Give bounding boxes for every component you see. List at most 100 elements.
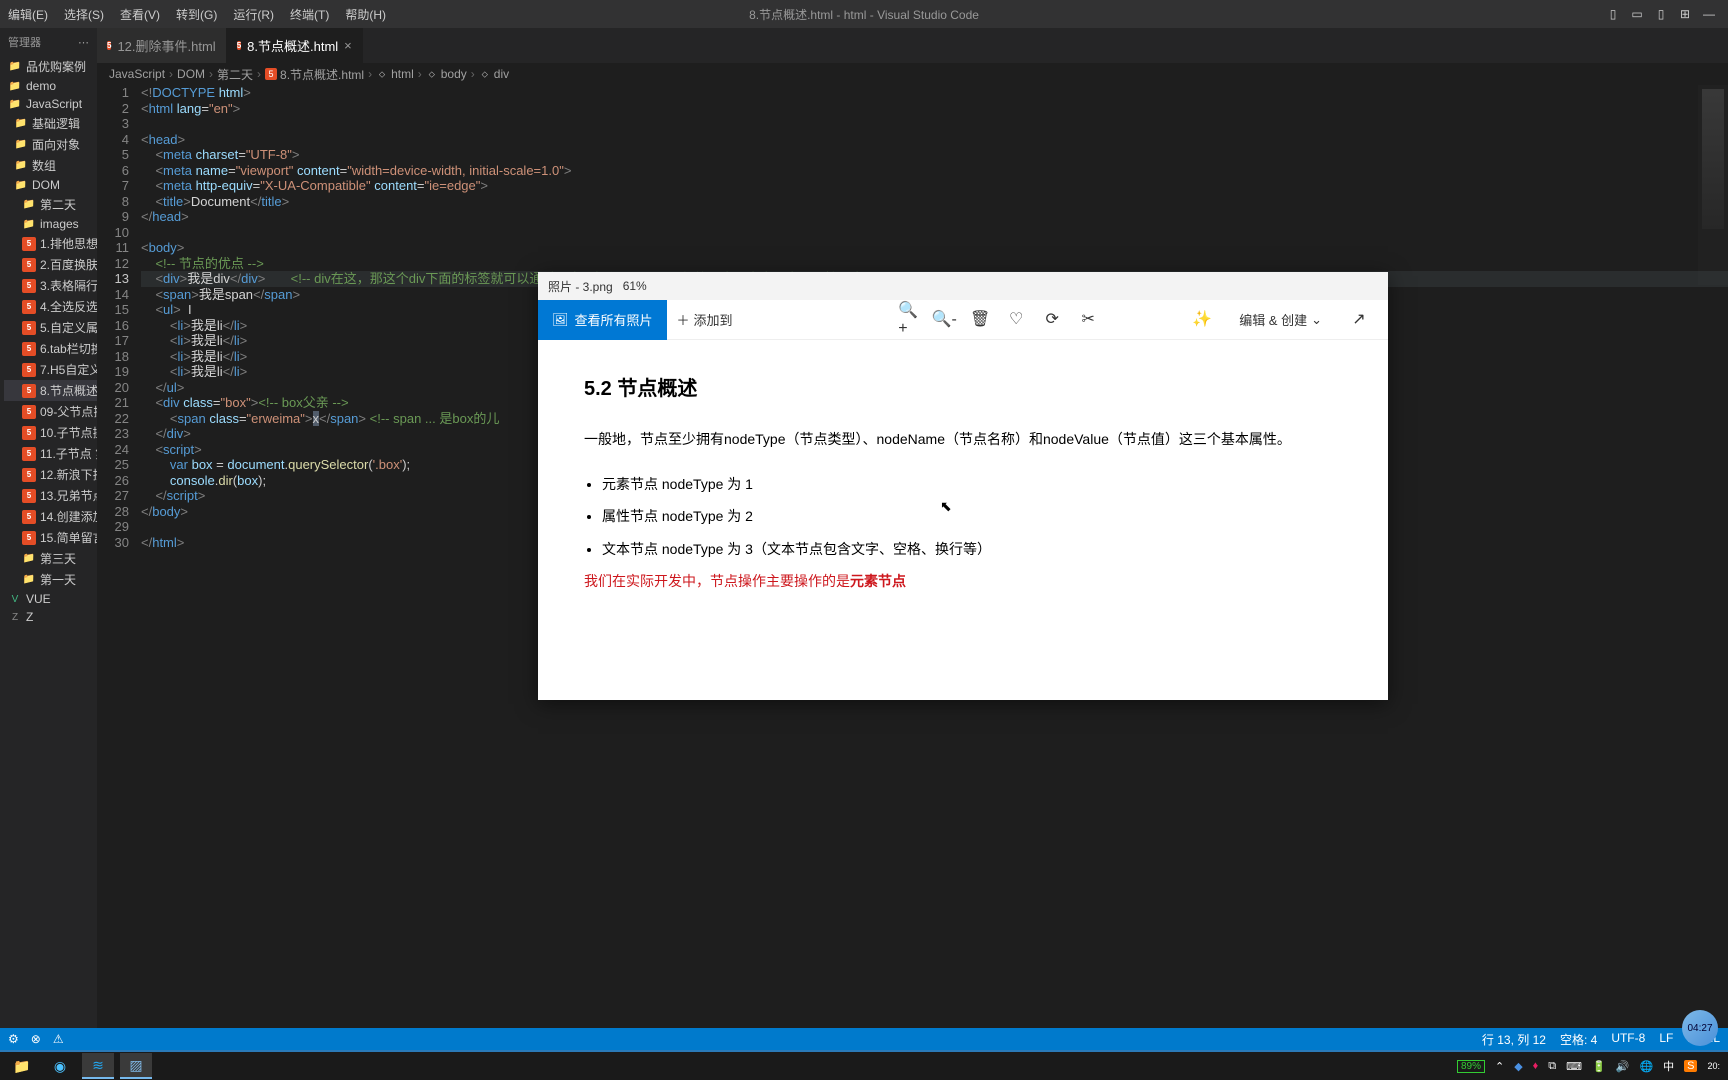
code-line[interactable]: [141, 116, 1728, 132]
tree-item[interactable]: 📁demo: [4, 77, 97, 95]
tree-item[interactable]: 51.排他思想.ht...: [4, 233, 97, 254]
crumb[interactable]: 第二天: [217, 66, 253, 83]
keyboard-icon[interactable]: ⌨: [1566, 1060, 1582, 1073]
error-icon[interactable]: ⊗: [31, 1032, 41, 1046]
edge-icon[interactable]: ◉: [44, 1053, 76, 1079]
code-line[interactable]: <body>: [141, 240, 1728, 256]
magic-icon[interactable]: ✨: [1193, 310, 1211, 328]
breadcrumb[interactable]: JavaScript› DOM› 第二天› 58.节点概述.html› ⬦htm…: [97, 63, 1728, 85]
tree-item[interactable]: 52.百度换肤效...: [4, 254, 97, 275]
tree-item[interactable]: 55.自定义属性...: [4, 317, 97, 338]
ime-indicator[interactable]: 中: [1663, 1058, 1674, 1074]
tray-icon[interactable]: ◆: [1514, 1060, 1522, 1073]
zoom-out-icon[interactable]: 🔍-: [935, 310, 953, 328]
menu-view[interactable]: 查看(V): [112, 6, 168, 23]
tray-up-icon[interactable]: ⌃: [1495, 1060, 1504, 1073]
photos-titlebar[interactable]: 照片 - 3.png 61%: [538, 272, 1388, 300]
layout-panel-icon[interactable]: ⊞: [1676, 5, 1694, 23]
tab-1[interactable]: 5 8.节点概述.html ×: [227, 28, 363, 63]
photos-app-icon[interactable]: ▨: [120, 1053, 152, 1079]
code-line[interactable]: <head>: [141, 132, 1728, 148]
tree-item[interactable]: 512.新浪下拉...: [4, 464, 97, 485]
menu-terminal[interactable]: 终端(T): [282, 6, 337, 23]
crumb[interactable]: html: [391, 67, 414, 81]
tab-0[interactable]: 5 12.删除事件.html: [97, 28, 227, 63]
minimize-all-icon[interactable]: ⧉: [1548, 1060, 1556, 1073]
code-line[interactable]: </head>: [141, 209, 1728, 225]
tree-item[interactable]: 📁面向对象: [4, 134, 97, 155]
tree-item[interactable]: 📁基础逻辑: [4, 113, 97, 134]
share-icon[interactable]: ↗: [1350, 310, 1368, 328]
clock[interactable]: 20:: [1707, 1062, 1720, 1071]
tree-item[interactable]: 514.创建添加...: [4, 506, 97, 527]
code-line[interactable]: <meta name="viewport" content="width=dev…: [141, 163, 1728, 179]
code-line[interactable]: <html lang="en">: [141, 101, 1728, 117]
crumb[interactable]: div: [494, 67, 509, 81]
tree-item[interactable]: 53.表格隔行变...: [4, 275, 97, 296]
code-line[interactable]: [141, 225, 1728, 241]
tree-item[interactable]: 📁images: [4, 215, 97, 233]
tree-item[interactable]: 📁第二天: [4, 194, 97, 215]
tree-item[interactable]: 📁品优购案例: [4, 56, 97, 77]
menu-selection[interactable]: 选择(S): [56, 6, 112, 23]
tree-item[interactable]: 510.子节点操...: [4, 422, 97, 443]
tree-item[interactable]: 56.tab栏切换.h...: [4, 338, 97, 359]
menu-run[interactable]: 运行(R): [225, 6, 282, 23]
window-minimize-icon[interactable]: —: [1700, 5, 1718, 23]
tree-item[interactable]: 511.子节点 第...: [4, 443, 97, 464]
add-to-button[interactable]: ＋ 添加到: [667, 310, 743, 329]
warning-icon[interactable]: ⚠: [53, 1032, 64, 1046]
cursor-position[interactable]: 行 13, 列 12: [1482, 1031, 1546, 1048]
menu-edit[interactable]: 编辑(E): [0, 6, 56, 23]
tree-item[interactable]: 📁第一天: [4, 569, 97, 590]
edit-create-button[interactable]: 编辑 & 创建 ⌄: [1229, 310, 1332, 329]
remote-icon[interactable]: ⚙: [8, 1032, 19, 1046]
rotate-icon[interactable]: ⟳: [1043, 310, 1061, 328]
close-icon[interactable]: ×: [344, 38, 352, 53]
network-icon[interactable]: 🌐: [1639, 1060, 1653, 1073]
menu-go[interactable]: 转到(G): [168, 6, 225, 23]
tree-item[interactable]: 54.全选反选.ht...: [4, 296, 97, 317]
see-all-photos-button[interactable]: 🖼 查看所有照片: [538, 300, 667, 340]
tree-item[interactable]: 513.兄弟节点.h...: [4, 485, 97, 506]
battery-indicator[interactable]: 89%: [1457, 1060, 1485, 1073]
eol-status[interactable]: LF: [1659, 1031, 1673, 1048]
tray-icon[interactable]: ♦: [1533, 1060, 1539, 1072]
menu-help[interactable]: 帮助(H): [337, 6, 394, 23]
crumb[interactable]: 8.节点概述.html: [280, 66, 364, 83]
tree-item[interactable]: 515.简单留言...: [4, 527, 97, 548]
tree-item[interactable]: 📁JavaScript: [4, 95, 97, 113]
code-line[interactable]: <!DOCTYPE html>: [141, 85, 1728, 101]
tree-item[interactable]: 📁数组: [4, 155, 97, 176]
zoom-in-icon[interactable]: 🔍+: [899, 310, 917, 328]
timer-badge[interactable]: 04:27: [1682, 1010, 1718, 1046]
crumb[interactable]: JavaScript: [109, 67, 165, 81]
tree-item[interactable]: ZZ: [4, 608, 97, 626]
tree-item[interactable]: 📁第三天: [4, 548, 97, 569]
layout-bottom-icon[interactable]: ▭: [1628, 5, 1646, 23]
layout-left-icon[interactable]: ▯: [1604, 5, 1622, 23]
more-icon[interactable]: ⋯: [78, 36, 89, 49]
minimap[interactable]: [1698, 85, 1728, 285]
code-line[interactable]: <meta charset="UTF-8">: [141, 147, 1728, 163]
code-line[interactable]: <meta http-equiv="X-UA-Compatible" conte…: [141, 178, 1728, 194]
vscode-icon[interactable]: ≋: [82, 1053, 114, 1079]
tree-item[interactable]: 58.节点概述.ht...: [4, 380, 97, 401]
tree-item[interactable]: VVUE: [4, 590, 97, 608]
file-explorer-icon[interactable]: 📁: [6, 1053, 38, 1079]
indent-status[interactable]: 空格: 4: [1560, 1031, 1597, 1048]
sogou-icon[interactable]: S: [1684, 1060, 1697, 1072]
crop-icon[interactable]: ✂: [1079, 310, 1097, 328]
tree-item[interactable]: 509-父节点操...: [4, 401, 97, 422]
code-line[interactable]: <!-- 节点的优点 -->: [141, 256, 1728, 272]
encoding-status[interactable]: UTF-8: [1611, 1031, 1645, 1048]
delete-icon[interactable]: 🗑: [971, 310, 989, 328]
tree-item[interactable]: 📁DOM: [4, 176, 97, 194]
layout-right-icon[interactable]: ▯: [1652, 5, 1670, 23]
battery-icon[interactable]: 🔋: [1592, 1060, 1606, 1073]
volume-icon[interactable]: 🔊: [1616, 1060, 1630, 1073]
tree-item[interactable]: 57.H5自定义属...: [4, 359, 97, 380]
crumb[interactable]: DOM: [177, 67, 205, 81]
crumb[interactable]: body: [441, 67, 467, 81]
heart-icon[interactable]: ♡: [1007, 310, 1025, 328]
